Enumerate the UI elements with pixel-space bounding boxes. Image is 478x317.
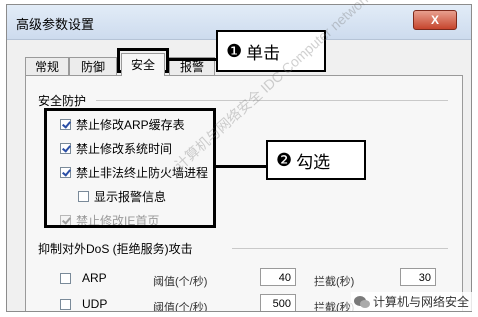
group-divider	[96, 100, 448, 101]
dos-group-label: 抑制对外DoS (拒绝服务)攻击	[38, 242, 193, 256]
protocol-label: UDP	[82, 297, 108, 311]
threshold-input[interactable]: 500	[260, 294, 296, 311]
protocol-label: ARP	[82, 271, 107, 285]
tab-defense[interactable]: 防御	[69, 57, 117, 75]
check-leader-line	[216, 165, 270, 168]
checkbox-unchecked[interactable]	[60, 272, 71, 284]
checkbox-unchecked[interactable]	[60, 298, 71, 310]
threshold-label: 阈值(个/秒)	[153, 276, 208, 288]
click-callout-text: 单击	[246, 43, 281, 63]
check-callout-text: 勾选	[296, 152, 331, 172]
step-two-icon: ❷	[276, 149, 293, 170]
block-label: 拦截(秒)	[314, 302, 355, 312]
chat-bubble-icon	[353, 295, 370, 308]
window-title: 高级参数设置	[16, 17, 95, 32]
check-callout: ❷ 勾选	[266, 140, 366, 180]
dos-row-udp[interactable]: UDP	[60, 297, 107, 311]
security-group-label: 安全防护	[38, 94, 87, 108]
block-label: 拦截(秒)	[314, 276, 355, 288]
tab-general[interactable]: 常规	[25, 57, 69, 75]
threshold-label: 阈值(个/秒)	[153, 302, 208, 312]
step-one-icon: ❶	[226, 40, 243, 61]
block-input[interactable]: 30	[400, 268, 436, 286]
brand-logo: 计算机与网络安全	[350, 292, 472, 311]
close-button[interactable]: X	[413, 10, 457, 30]
threshold-input[interactable]: 40	[260, 268, 296, 286]
logo-text: 计算机与网络安全	[372, 295, 469, 309]
group-divider	[232, 248, 448, 249]
tab-security[interactable]: 安全	[121, 53, 165, 76]
dos-row-arp[interactable]: ARP	[60, 271, 107, 285]
